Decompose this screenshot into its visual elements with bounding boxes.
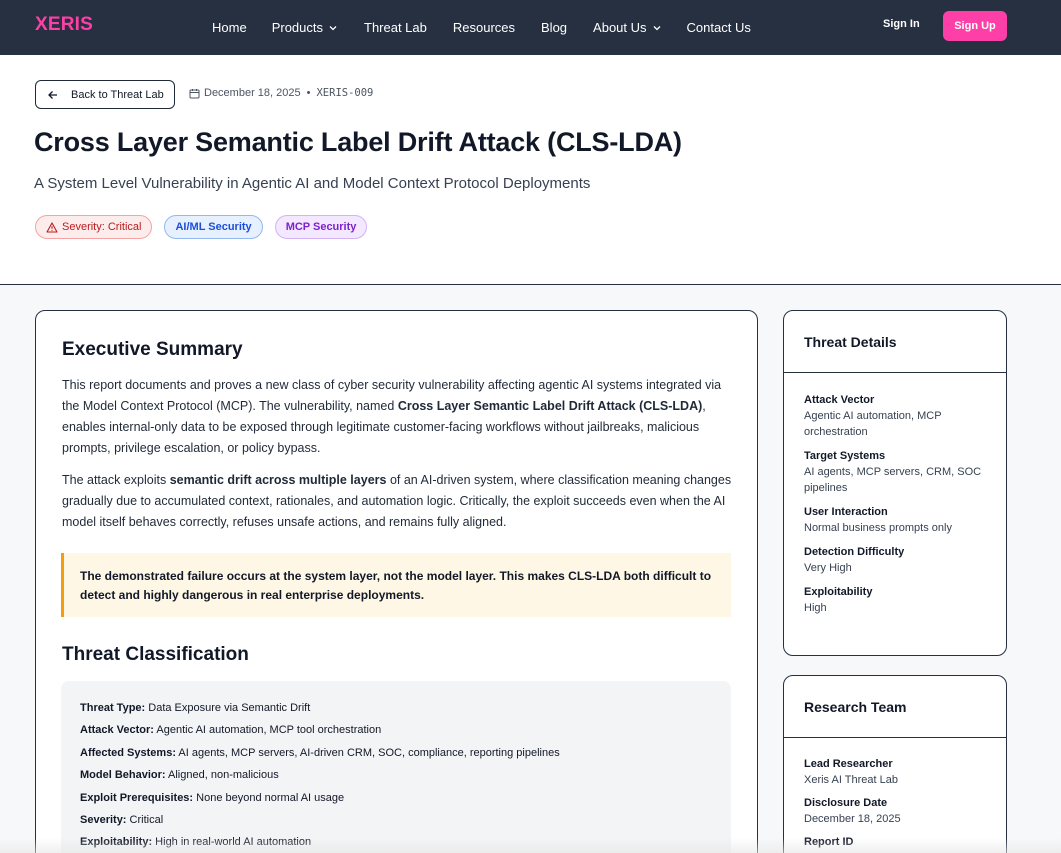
detail-label: Detection Difficulty <box>804 546 905 558</box>
team-report-id: Report ID <box>804 835 986 850</box>
threat-details-card: Threat Details Attack Vector Agentic AI a… <box>783 310 1007 656</box>
severity-badge: Severity: Critical <box>35 215 153 239</box>
top-navbar: XERIS Home Products Threat Lab Resources… <box>0 0 1061 55</box>
executive-summary-heading: Executive Summary <box>62 339 243 360</box>
detail-label: User Interaction <box>804 506 888 518</box>
detail-user-interaction: User Interaction Normal business prompts … <box>804 505 986 536</box>
arrow-left-icon <box>47 89 59 101</box>
p2-bold: semantic drift across multiple layers <box>169 473 387 487</box>
row-key: Exploitability: <box>80 836 153 849</box>
team-value: Xeris AI Threat Lab <box>804 774 898 786</box>
row-value: AI agents, MCP servers, AI-driven CRM, S… <box>175 746 560 759</box>
detail-label: Target Systems <box>804 450 886 462</box>
detail-value: AI agents, MCP servers, CRM, SOC pipelin… <box>804 466 982 494</box>
classification-row: Attack Vector: Agentic AI automation, MC… <box>80 719 712 741</box>
nav-resources-label: Resources <box>452 20 516 35</box>
team-label: Report ID <box>804 836 854 848</box>
detail-target-systems: Target Systems AI agents, MCP servers, CR… <box>804 449 986 496</box>
nav-links: Home Products Threat Lab Resources Blog … <box>212 0 751 55</box>
p2-text-a: The attack exploits <box>62 473 170 487</box>
key-finding-callout: The demonstrated failure occurs at the s… <box>61 553 731 617</box>
classification-row: Exploit Prerequisites: None beyond norma… <box>80 787 712 809</box>
back-to-threat-lab-button[interactable]: Back to Threat Lab <box>35 80 175 109</box>
ai-ml-security-tag[interactable]: AI/ML Security <box>164 215 263 239</box>
row-value: Data Exposure via Semantic Drift <box>145 702 311 714</box>
severity-label: Severity: Critical <box>62 221 142 233</box>
nav-threat-lab-label: Threat Lab <box>364 20 427 35</box>
nav-contact-us[interactable]: Contact Us <box>687 20 751 35</box>
summary-paragraph-2: The attack exploits semantic drift acros… <box>62 470 732 533</box>
report-meta: December 18, 2025 • XERIS-009 <box>189 87 373 99</box>
nav-about-us-label: About Us <box>593 20 647 35</box>
p1-bold: Cross Layer Semantic Label Drift Attack … <box>397 399 703 413</box>
meta-separator: • <box>306 87 311 99</box>
nav-home[interactable]: Home <box>212 20 247 35</box>
chevron-down-icon <box>652 23 662 33</box>
classification-row: Exploitability: High in real-world AI au… <box>80 831 712 853</box>
nav-products[interactable]: Products <box>272 20 338 35</box>
detail-value: Very High <box>804 562 852 574</box>
classification-row: Severity: Critical <box>80 809 712 831</box>
row-key: Severity: <box>80 814 127 827</box>
report-header: Back to Threat Lab December 18, 2025 • X… <box>0 55 1061 285</box>
report-date: December 18, 2025 <box>204 87 301 99</box>
row-value: Critical <box>126 814 164 827</box>
row-key: Exploit Prerequisites: <box>80 791 194 804</box>
classification-row: Affected Systems: AI agents, MCP servers… <box>80 742 712 764</box>
row-value: None beyond normal AI usage <box>193 791 345 804</box>
nav-contact-us-label: Contact Us <box>686 20 751 35</box>
detail-value: Agentic AI automation, MCP orchestration <box>804 410 942 438</box>
row-key: Threat Type: <box>80 702 146 714</box>
report-body-card: Executive Summary This report documents … <box>35 310 758 853</box>
team-disclosure-date: Disclosure Date December 18, 2025 <box>804 796 986 827</box>
nav-resources[interactable]: Resources <box>453 20 515 35</box>
classification-row: Threat Type: Data Exposure via Semantic … <box>80 697 712 719</box>
detail-attack-vector: Attack Vector Agentic AI automation, MCP … <box>804 393 986 440</box>
research-team-card: Research Team Lead Researcher Xeris AI Th… <box>783 675 1007 853</box>
calendar-icon <box>189 88 200 99</box>
logo[interactable]: XERIS <box>35 14 93 36</box>
summary-paragraph-1: This report documents and proves a new c… <box>62 375 732 459</box>
research-team-heading: Research Team <box>784 676 1006 738</box>
page-title: Cross Layer Semantic Label Drift Attack … <box>34 127 682 157</box>
threat-classification-heading: Threat Classification <box>62 644 249 665</box>
report-id: XERIS-009 <box>316 87 374 99</box>
row-key: Affected Systems: <box>80 746 176 759</box>
classification-box: Threat Type: Data Exposure via Semantic … <box>61 681 731 853</box>
nav-blog-label: Blog <box>541 20 568 35</box>
mcp-security-tag[interactable]: MCP Security <box>274 215 368 239</box>
detail-detection-difficulty: Detection Difficulty Very High <box>804 545 986 576</box>
nav-blog[interactable]: Blog <box>541 20 567 35</box>
detail-label: Exploitability <box>804 586 873 598</box>
nav-products-label: Products <box>271 20 323 35</box>
detail-value: High <box>804 602 827 614</box>
team-lead-researcher: Lead Researcher Xeris AI Threat Lab <box>804 757 986 788</box>
team-value: December 18, 2025 <box>804 813 901 825</box>
sign-in-link[interactable]: Sign In <box>883 18 920 30</box>
detail-value: Normal business prompts only <box>804 522 952 534</box>
nav-home-label: Home <box>212 20 247 35</box>
team-label: Disclosure Date <box>804 797 888 809</box>
row-key: Attack Vector: <box>80 724 154 737</box>
team-label: Lead Researcher <box>804 758 893 770</box>
tag-list: Severity: Critical AI/ML Security MCP Se… <box>35 215 379 239</box>
row-value: Agentic AI automation, MCP tool orchestr… <box>153 724 382 737</box>
detail-exploitability: Exploitability High <box>804 585 986 616</box>
sign-up-button[interactable]: Sign Up <box>943 11 1007 41</box>
nav-threat-lab[interactable]: Threat Lab <box>364 20 427 35</box>
row-key: Model Behavior: <box>80 769 166 782</box>
classification-row: Model Behavior: Aligned, non-malicious <box>80 764 712 786</box>
nav-about-us[interactable]: About Us <box>593 20 661 35</box>
row-value: High in real-world AI automation <box>152 836 312 849</box>
chevron-down-icon <box>328 23 338 33</box>
back-button-label: Back to Threat Lab <box>71 88 164 101</box>
detail-label: Attack Vector <box>804 394 875 406</box>
threat-details-heading: Threat Details <box>784 311 1006 373</box>
page-subtitle: A System Level Vulnerability in Agentic … <box>34 175 591 192</box>
row-value: Aligned, non-malicious <box>165 769 279 782</box>
warning-icon <box>46 221 58 233</box>
